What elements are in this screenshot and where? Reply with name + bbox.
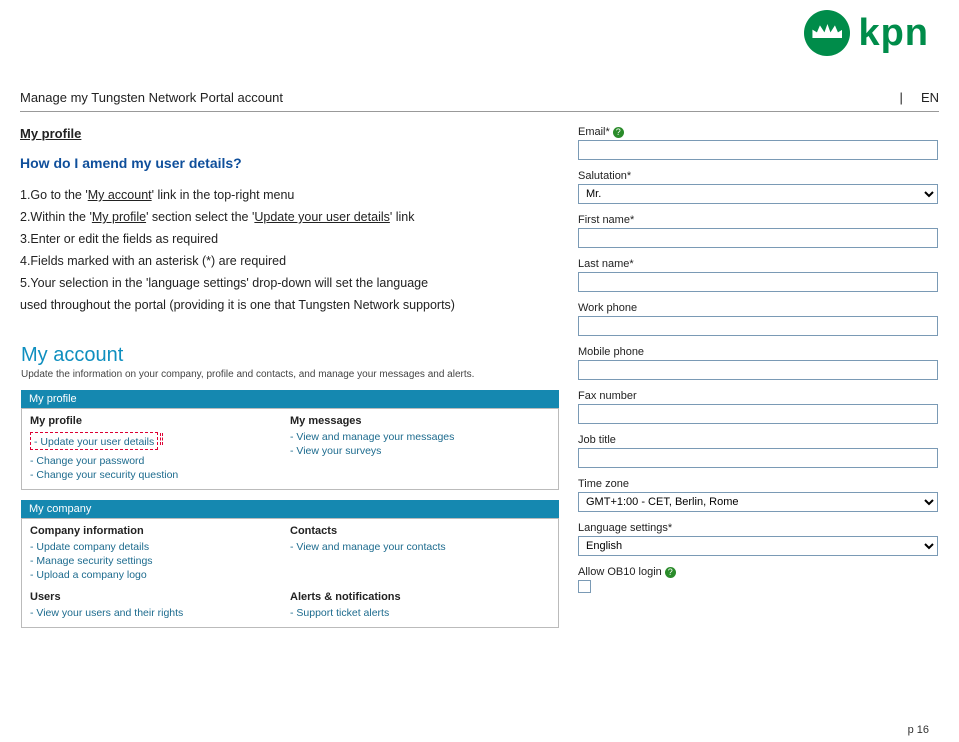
callout-update-user-details: - Update your user details: [30, 432, 158, 450]
header-title: Manage my Tungsten Network Portal accoun…: [20, 90, 283, 105]
link-upload-logo[interactable]: - Upload a company logo: [30, 569, 290, 581]
page-header: Manage my Tungsten Network Portal accoun…: [20, 90, 939, 105]
bar-my-company: My company: [21, 500, 559, 518]
callout-arrow-icon: [160, 433, 163, 445]
label-work-phone: Work phone: [578, 302, 938, 314]
fax-field[interactable]: [578, 404, 938, 424]
ob10-checkbox[interactable]: [578, 580, 591, 593]
help-question: How do I amend my user details?: [20, 155, 560, 171]
link-manage-security[interactable]: - Manage security settings: [30, 555, 290, 567]
link-change-security-question[interactable]: - Change your security question: [30, 469, 290, 481]
label-time-zone: Time zone: [578, 478, 938, 490]
email-field[interactable]: [578, 140, 938, 160]
heading-alerts: Alerts & notifications: [290, 591, 550, 603]
label-salutation: Salutation*: [578, 170, 938, 182]
label-first-name: First name*: [578, 214, 938, 226]
link-support-alerts[interactable]: - Support ticket alerts: [290, 607, 550, 619]
bar-my-profile: My profile: [21, 390, 559, 408]
kpn-logo: kpn: [804, 10, 929, 56]
user-details-form: Email*? Salutation* Mr. First name* Last…: [578, 126, 938, 606]
link-update-company[interactable]: - Update company details: [30, 541, 290, 553]
label-last-name: Last name*: [578, 258, 938, 270]
link-update-user-details[interactable]: - Update your user details: [34, 436, 154, 448]
heading-contacts: Contacts: [290, 525, 550, 537]
heading-company-info: Company information: [30, 525, 290, 537]
heading-users: Users: [30, 591, 290, 603]
heading-my-profile: My profile: [30, 415, 290, 427]
mobile-phone-field[interactable]: [578, 360, 938, 380]
link-view-users[interactable]: - View your users and their rights: [30, 607, 290, 619]
last-name-field[interactable]: [578, 272, 938, 292]
label-fax: Fax number: [578, 390, 938, 402]
label-email: Email*?: [578, 126, 938, 138]
help-icon[interactable]: ?: [613, 127, 624, 138]
work-phone-field[interactable]: [578, 316, 938, 336]
header-lang: EN: [921, 90, 939, 105]
salutation-select[interactable]: Mr.: [578, 184, 938, 204]
link-view-surveys[interactable]: - View your surveys: [290, 445, 550, 457]
heading-my-messages: My messages: [290, 415, 550, 427]
job-title-field[interactable]: [578, 448, 938, 468]
header-divider: [20, 111, 939, 112]
first-name-field[interactable]: [578, 228, 938, 248]
label-ob10: Allow OB10 login?: [578, 566, 938, 578]
link-change-password[interactable]: - Change your password: [30, 455, 290, 467]
header-sep: |: [899, 90, 902, 105]
section-title: My profile: [20, 126, 81, 141]
label-job-title: Job title: [578, 434, 938, 446]
timezone-select[interactable]: GMT+1:00 - CET, Berlin, Rome: [578, 492, 938, 512]
crown-icon: [804, 10, 850, 56]
page-number: p 16: [908, 724, 929, 736]
logo-text: kpn: [858, 12, 929, 55]
account-title: My account: [21, 344, 559, 367]
help-icon[interactable]: ?: [665, 567, 676, 578]
instruction-list: 1.Go to the 'My account' link in the top…: [20, 185, 560, 315]
language-select[interactable]: English: [578, 536, 938, 556]
my-account-screenshot: My account Update the information on you…: [20, 343, 560, 629]
link-view-messages[interactable]: - View and manage your messages: [290, 431, 550, 443]
account-subtitle: Update the information on your company, …: [21, 369, 559, 380]
label-mobile-phone: Mobile phone: [578, 346, 938, 358]
link-manage-contacts[interactable]: - View and manage your contacts: [290, 541, 550, 553]
label-language: Language settings*: [578, 522, 938, 534]
